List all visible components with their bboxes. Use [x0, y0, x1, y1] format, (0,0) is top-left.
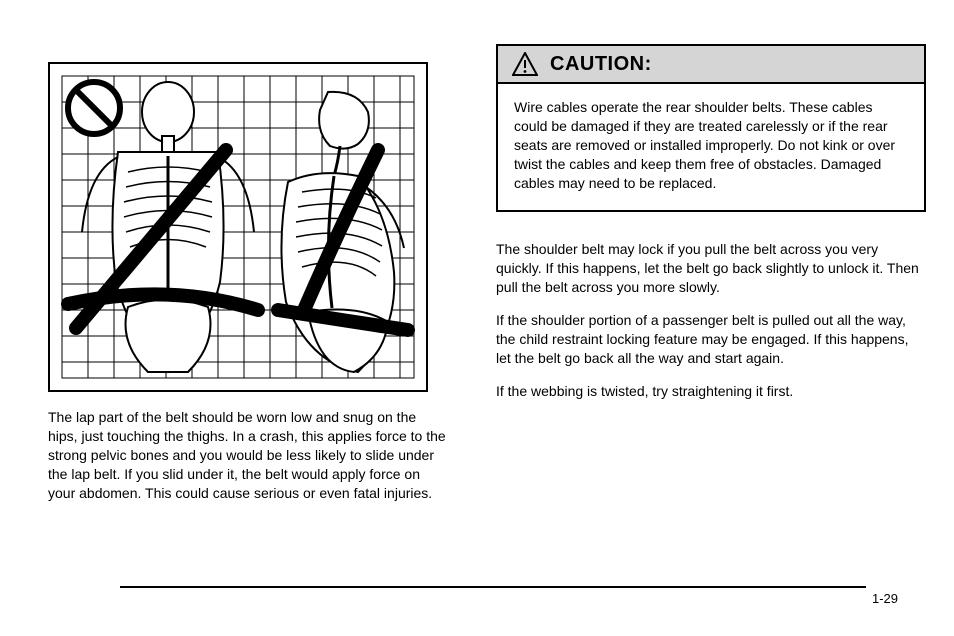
right-para-1: The shoulder belt may lock if you pull t…	[496, 240, 926, 297]
caution-title: CAUTION:	[550, 53, 652, 76]
seatbelt-illustration	[58, 72, 418, 382]
caution-body: Wire cables operate the rear shoulder be…	[498, 84, 924, 210]
seatbelt-figure	[48, 62, 428, 392]
two-column-layout: The lap part of the belt should be worn …	[48, 32, 906, 502]
left-paragraph: The lap part of the belt should be worn …	[48, 408, 448, 502]
warning-icon	[512, 52, 538, 76]
right-paragraphs: The shoulder belt may lock if you pull t…	[496, 240, 926, 400]
footer-rule	[120, 586, 866, 588]
left-column: The lap part of the belt should be worn …	[48, 32, 448, 502]
manual-page: The lap part of the belt should be worn …	[0, 0, 954, 636]
page-number: 1-29	[872, 591, 898, 606]
right-para-3: If the webbing is twisted, try straighte…	[496, 382, 926, 401]
caution-header: CAUTION:	[498, 46, 924, 84]
prohibition-icon	[68, 82, 120, 134]
caution-box: CAUTION: Wire cables operate the rear sh…	[496, 44, 926, 212]
right-column: CAUTION: Wire cables operate the rear sh…	[496, 32, 926, 502]
right-para-2: If the shoulder portion of a passenger b…	[496, 311, 926, 368]
